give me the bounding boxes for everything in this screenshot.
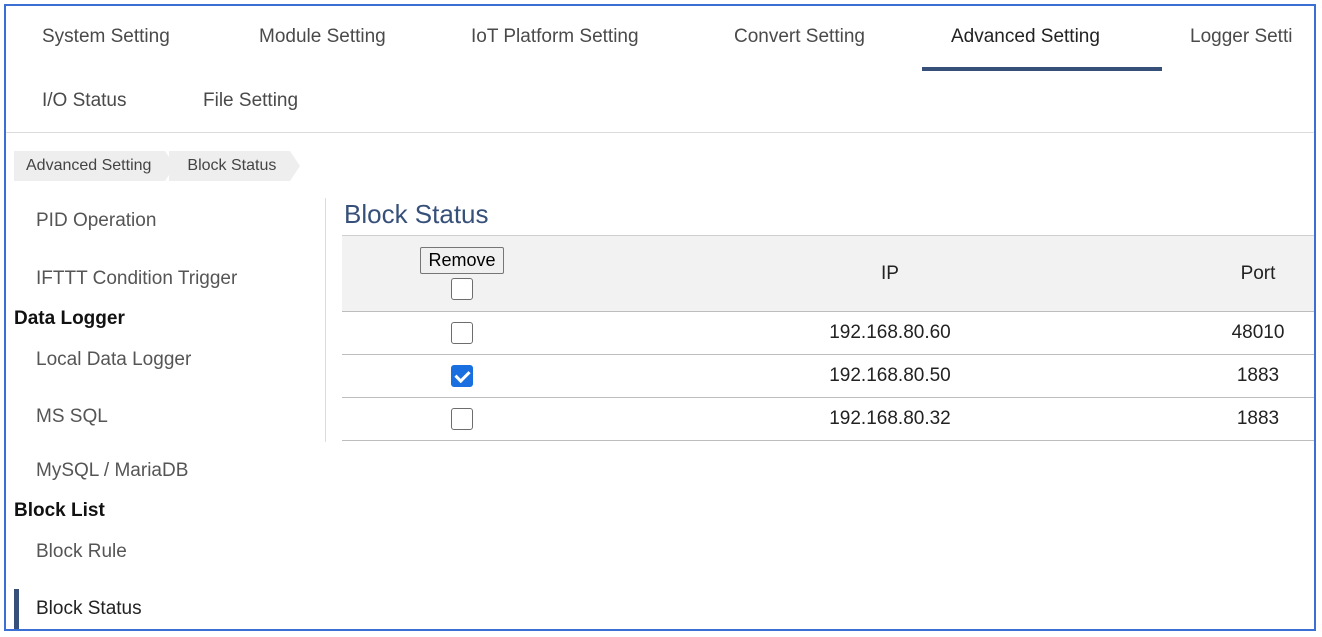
breadcrumb: Advanced Setting Block Status xyxy=(14,151,301,181)
remove-column-header: Remove xyxy=(342,236,582,312)
tab-file-setting[interactable]: File Setting xyxy=(203,90,298,112)
tab-advanced-setting[interactable]: Advanced Setting xyxy=(951,26,1100,48)
table-row: 192.168.80.32 1883 xyxy=(342,398,1314,441)
nav-divider xyxy=(6,132,1314,133)
sidebar-item-local-data-logger[interactable]: Local Data Logger xyxy=(36,349,191,371)
row-select-cell xyxy=(342,398,582,441)
sidebar-item-ms-sql[interactable]: MS SQL xyxy=(36,406,108,428)
breadcrumb-advanced-setting[interactable]: Advanced Setting xyxy=(14,151,176,181)
port-column-header: Port xyxy=(1240,262,1276,284)
ip-cell: 192.168.80.32 xyxy=(829,408,951,429)
port-cell: 48010 xyxy=(1231,322,1285,343)
ip-cell: 192.168.80.50 xyxy=(829,365,951,386)
row-select-cell xyxy=(342,355,582,398)
tab-io-status[interactable]: I/O Status xyxy=(42,90,126,112)
table-header-row: Remove IP Port xyxy=(342,235,1314,312)
sidebar-group-block-list: Block List xyxy=(14,500,105,521)
breadcrumb-block-status[interactable]: Block Status xyxy=(169,151,301,181)
page-title: Block Status xyxy=(344,199,489,229)
row-checkbox[interactable] xyxy=(451,364,473,387)
sidebar-item-block-status[interactable]: Block Status xyxy=(36,598,142,620)
remove-button[interactable]: Remove xyxy=(420,246,504,274)
row-checkbox[interactable] xyxy=(451,407,473,430)
sidebar-item-block-rule[interactable]: Block Rule xyxy=(36,541,127,563)
sidebar-group-data-logger: Data Logger xyxy=(14,308,125,329)
sidebar-active-indicator xyxy=(14,589,19,629)
sidebar-item-ifttt-condition-trigger[interactable]: IFTTT Condition Trigger xyxy=(36,268,237,290)
port-cell: 1883 xyxy=(1236,408,1280,429)
app-frame: System Setting Module Setting IoT Platfo… xyxy=(4,4,1316,631)
block-status-table: Remove IP Port 192.168.80.60 48010 192.1… xyxy=(342,235,1314,441)
row-checkbox[interactable] xyxy=(451,321,473,344)
row-select-cell xyxy=(342,312,582,355)
sidebar-divider xyxy=(325,198,326,442)
tab-system-setting[interactable]: System Setting xyxy=(42,26,170,48)
select-all-checkbox[interactable] xyxy=(451,277,473,300)
port-cell: 1883 xyxy=(1236,365,1280,386)
sidebar-item-pid-operation[interactable]: PID Operation xyxy=(36,210,156,232)
table-row: 192.168.80.50 1883 xyxy=(342,355,1314,398)
tab-logger-setting[interactable]: Logger Setti xyxy=(1190,26,1292,48)
ip-cell: 192.168.80.60 xyxy=(829,322,951,343)
tab-convert-setting[interactable]: Convert Setting xyxy=(734,26,865,48)
tab-iot-platform-setting[interactable]: IoT Platform Setting xyxy=(471,26,639,48)
tab-module-setting[interactable]: Module Setting xyxy=(259,26,386,48)
sidebar-item-mysql-mariadb[interactable]: MySQL / MariaDB xyxy=(36,460,188,482)
active-tab-underline xyxy=(922,67,1162,71)
table-row: 192.168.80.60 48010 xyxy=(342,312,1314,355)
ip-column-header: IP xyxy=(881,262,899,284)
